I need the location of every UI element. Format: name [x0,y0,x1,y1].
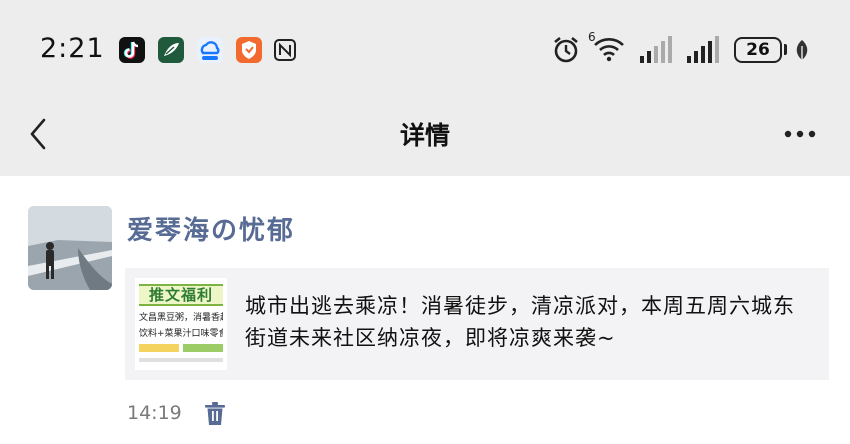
battery-tip [784,44,787,55]
signal-icon [687,36,719,63]
signal-icon [640,36,672,63]
post-detail: 爱琴海の忧郁 推文福利 文昌黑豆粥，消暑香越 饮料+菜果汁口味零食 城市出逃去乘… [0,176,850,444]
post-username[interactable]: 爱琴海の忧郁 [127,210,295,247]
thumbnail-line: 饮料+菜果汁口味零食 [139,329,223,339]
thumbnail-line: 文昌黑豆粥，消暑香越 [139,313,223,323]
shield-app-icon [236,37,262,63]
avatar[interactable] [28,206,112,290]
battery-icon: 26 [734,37,782,63]
page-title: 详情 [399,121,450,150]
post-timestamp: 14:19 [127,402,182,424]
trash-icon[interactable] [204,402,226,426]
leaf-icon [796,40,808,60]
cloud-ai-icon [197,37,223,63]
nav-bar: 详情 [0,100,850,176]
thumbnail-divider [139,358,223,362]
wifi-icon [594,38,624,62]
link-thumbnail: 推文福利 文昌黑豆粥，消暑香越 饮料+菜果汁口味零食 [135,278,227,370]
thumbnail-highlight [183,344,223,352]
thumbnail-highlight [139,344,179,352]
feather-app-icon [158,37,184,63]
card-description: 城市出逃去乘凉！消暑徒步，清凉派对，本周五周六城东街道未来社区纳凉夜，即将凉爽来… [245,294,795,350]
status-time: 2:21 [40,33,105,64]
shared-link-card[interactable]: 推文福利 文昌黑豆粥，消暑香越 饮料+菜果汁口味零食 城市出逃去乘凉！消暑徒步，… [125,268,829,380]
thumbnail-banner: 推文福利 [139,284,223,306]
more-dots-icon[interactable] [778,124,822,144]
nfc-icon [272,37,298,63]
alarm-icon [554,36,578,63]
status-bar: 2:21 6 26 [0,0,850,100]
battery-level: 26 [746,40,770,60]
tiktok-icon [119,37,145,63]
